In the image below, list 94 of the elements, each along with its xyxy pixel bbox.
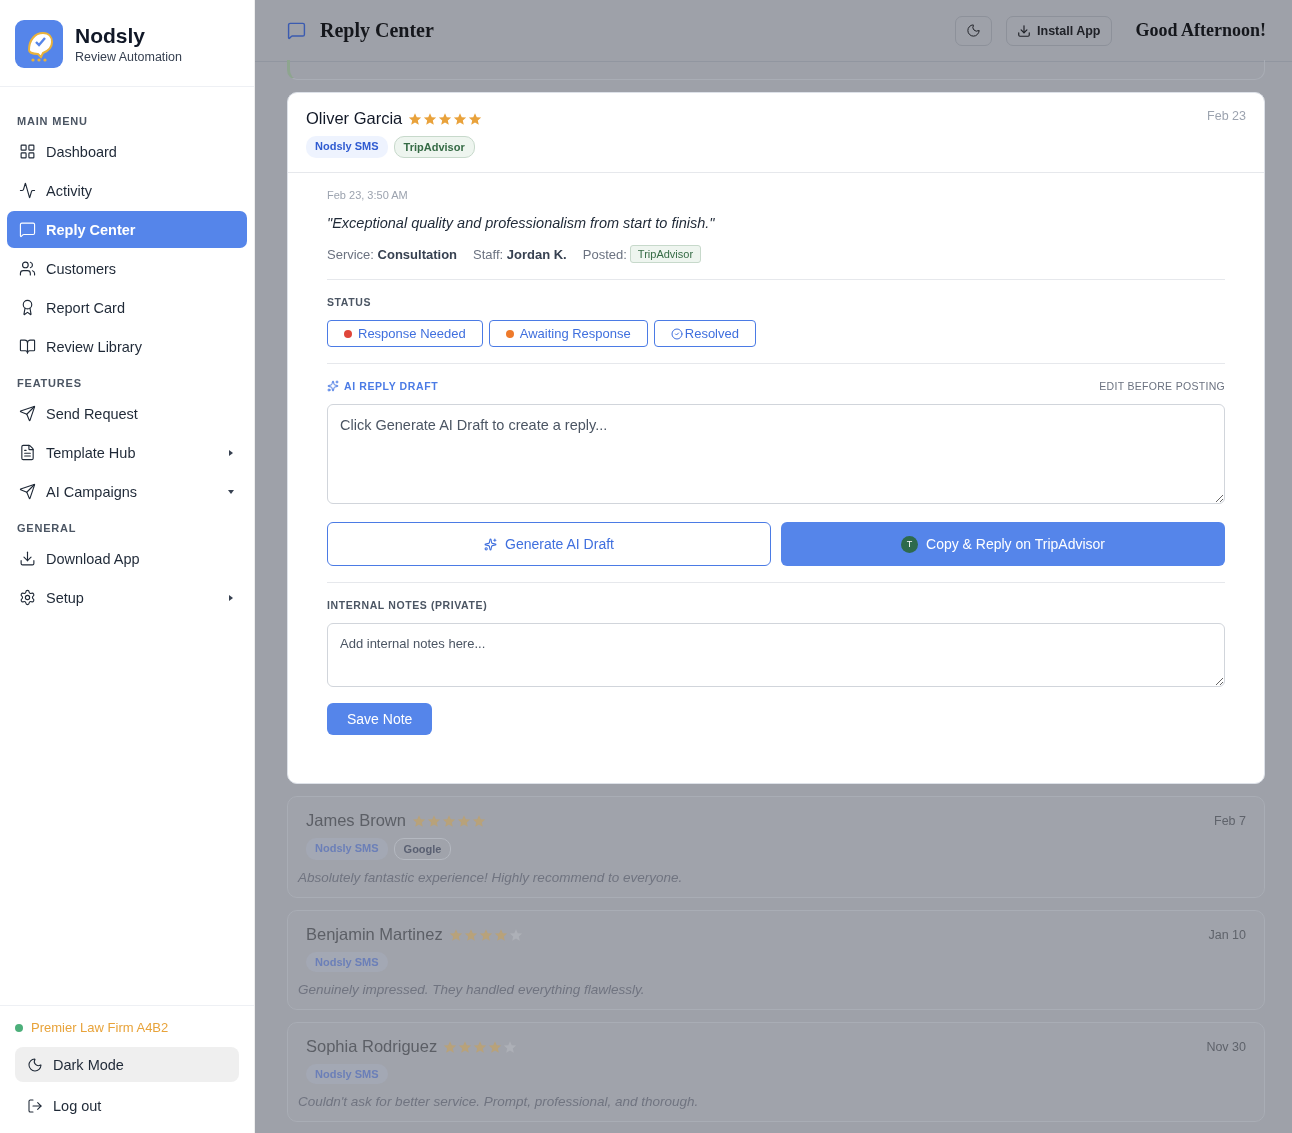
star-icon (468, 111, 483, 126)
section-title: FEATURES (16, 376, 83, 391)
review-date: Jan 10 (1208, 927, 1246, 942)
meta-label: Posted: (582, 246, 627, 262)
nav-item[interactable]: Download App (7, 540, 247, 577)
nav-item[interactable]: Report Card (7, 289, 247, 326)
nav-item[interactable]: AI Campaigns (7, 473, 247, 510)
nav-item[interactable]: Reply Center (7, 211, 247, 248)
moon-icon (966, 23, 982, 38)
source-tag: Google (393, 838, 452, 860)
save-note-button[interactable]: Save Note (327, 703, 433, 735)
moon-icon (27, 1056, 43, 1073)
install-app-button[interactable]: Install App (1006, 15, 1112, 46)
nav-item[interactable]: Template Hub (7, 434, 247, 471)
section-label: INTERNAL NOTES (PRIVATE) (327, 599, 489, 611)
section-title: GENERAL (16, 521, 78, 536)
download-icon (1017, 23, 1032, 38)
platform-tag: TripAdvisor (629, 245, 702, 263)
theme-toggle-button[interactable] (955, 15, 993, 46)
page-title: Reply Center (320, 19, 435, 42)
dark-mode-button[interactable]: Dark Mode (15, 1047, 239, 1082)
reviewer-name: James Brown (306, 811, 406, 830)
star-icon (471, 813, 486, 828)
nav-icon (19, 589, 36, 606)
nav-icon (19, 221, 36, 238)
copy-reply-button[interactable]: T Copy & Reply on TripAdvisor (781, 522, 1225, 566)
greeting: Good Afternoon! (1135, 20, 1266, 41)
reviewer-name: Oliver Garcia (306, 109, 403, 128)
nav-icon (19, 550, 36, 567)
star-icon (458, 1039, 473, 1054)
star-icon (493, 927, 508, 942)
check-circle-icon (670, 327, 683, 340)
star-icon (453, 111, 468, 126)
nav-icon (19, 338, 36, 355)
reviewer-name: Benjamin Martinez (306, 925, 443, 944)
nav-icon (19, 483, 36, 500)
notes-field[interactable]: Add internal notes here... (327, 623, 1225, 687)
generate-draft-button[interactable]: Generate AI Draft (327, 522, 771, 566)
timestamp: Feb 23, 3:50 AM (327, 189, 409, 201)
brand-tagline: Review Automation (75, 50, 182, 64)
logout-button[interactable]: Log out (15, 1088, 239, 1123)
account-name: Premier Law Firm A4B2 (31, 1020, 169, 1035)
section-label: AI REPLY DRAFT (344, 380, 439, 392)
star-icon (443, 1039, 458, 1054)
brand-name: Nodsly (75, 24, 146, 48)
star-icon (456, 813, 471, 828)
nav-item[interactable]: Customers (7, 250, 247, 287)
star-icon (488, 1039, 503, 1054)
source-tag: Nodsly SMS (306, 838, 388, 860)
section-title: MAIN MENU (16, 114, 89, 129)
review-quote: "Exceptional quality and professionalism from start to finish." (327, 215, 716, 231)
review-date: Nov 30 (1206, 1039, 1246, 1054)
nav-item[interactable]: Dashboard (7, 133, 247, 170)
status-button[interactable]: Awaiting Response (488, 320, 648, 347)
meta-text: Service: Consultation (327, 246, 458, 262)
reviewer-name: Sophia Rodriguez (306, 1037, 438, 1056)
nav-icon (19, 444, 36, 461)
star-icon (411, 813, 426, 828)
hint-text: EDIT BEFORE POSTING (1099, 380, 1225, 392)
nav-icon (19, 182, 36, 199)
meta-text: Staff: Jordan K. (473, 246, 567, 262)
chat-icon (287, 21, 306, 40)
sparkle-icon (327, 380, 339, 392)
star-icon (438, 111, 453, 126)
star-icon (463, 927, 478, 942)
reply-draft-field[interactable]: Click Generate AI Draft to create a reply... (327, 404, 1225, 504)
review-date: Feb 23 (1207, 109, 1246, 123)
source-tag: Nodsly SMS (306, 1064, 388, 1084)
sparkle-icon (484, 537, 497, 551)
review-date: Feb 7 (1214, 813, 1246, 828)
status-button[interactable]: Response Needed (327, 320, 483, 347)
source-tag: TripAdvisor (393, 136, 475, 158)
platform-badge: T (901, 535, 918, 553)
nav-item[interactable]: Setup (7, 579, 247, 616)
nav-icon (19, 260, 36, 277)
source-tag: Nodsly SMS (306, 952, 388, 972)
status-button[interactable]: Resolved (653, 320, 756, 347)
star-icon (441, 813, 456, 828)
star-icon (473, 1039, 488, 1054)
star-icon (448, 927, 463, 942)
nav-item[interactable]: Send Request (7, 395, 247, 432)
nav-icon (19, 143, 36, 160)
star-icon (478, 927, 493, 942)
nav-item[interactable]: Review Library (7, 328, 247, 365)
star-icon (426, 813, 441, 828)
section-label: STATUS (327, 296, 373, 308)
star-icon (508, 927, 523, 942)
logout-icon (27, 1097, 43, 1114)
nav-icon (19, 405, 36, 422)
star-icon (423, 111, 438, 126)
star-icon (408, 111, 423, 126)
source-tag: Nodsly SMS (306, 136, 388, 158)
nav-item[interactable]: Activity (7, 172, 247, 209)
logo-icon (15, 20, 63, 68)
